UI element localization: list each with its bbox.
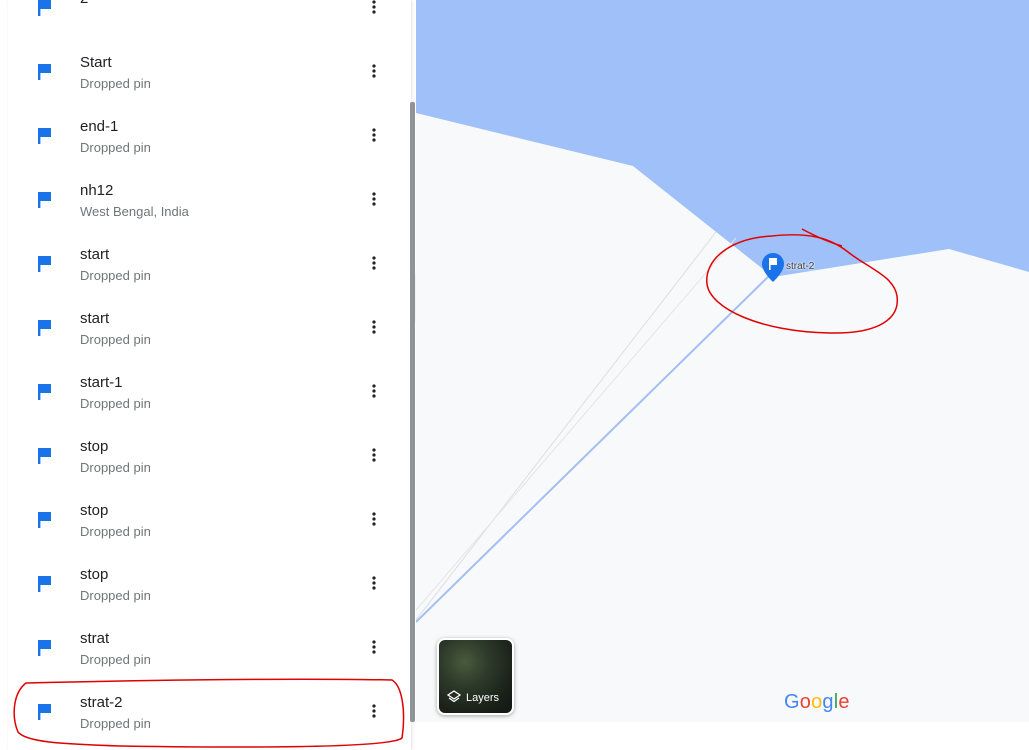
list-item[interactable]: Start Dropped pin [8, 43, 411, 107]
list-item[interactable]: 2 [8, 0, 411, 43]
flag-icon [38, 320, 51, 336]
more-options-button[interactable] [362, 0, 386, 19]
map-canvas[interactable] [416, 0, 1029, 722]
place-title: stop [80, 566, 109, 583]
map-pin-flag-icon[interactable] [762, 253, 784, 282]
place-subtitle: Dropped pin [80, 140, 151, 155]
more-vert-icon [372, 704, 376, 718]
place-subtitle: Dropped pin [80, 652, 151, 667]
place-title: start [80, 246, 110, 263]
list-item[interactable]: end-1 Dropped pin [8, 107, 411, 171]
flag-icon [38, 0, 51, 16]
flag-icon [38, 640, 51, 656]
place-subtitle: Dropped pin [80, 76, 151, 91]
flag-icon [38, 64, 51, 80]
more-options-button[interactable] [362, 123, 386, 147]
saved-places-panel: 2 Start Dropped pin end-1 Dropped pin nh12 Wes… [8, 0, 411, 750]
google-logo: Google [784, 691, 850, 714]
more-vert-icon [372, 64, 376, 78]
list-item[interactable]: start Dropped pin [8, 235, 411, 299]
layers-button[interactable]: Layers [437, 638, 514, 715]
place-title: stop [80, 502, 109, 519]
place-subtitle: Dropped pin [80, 396, 151, 411]
more-options-button[interactable] [362, 315, 386, 339]
more-options-button[interactable] [362, 635, 386, 659]
place-subtitle: Dropped pin [80, 716, 151, 731]
place-subtitle: Dropped pin [80, 524, 151, 539]
map-tiles [416, 0, 1029, 722]
flag-icon [38, 192, 51, 208]
flag-icon [38, 704, 51, 720]
more-vert-icon [372, 192, 376, 206]
logo-letter: o [811, 691, 823, 713]
list-item[interactable]: start Dropped pin [8, 299, 411, 363]
list-item[interactable]: strat-2 Dropped pin [8, 683, 411, 747]
flag-icon [38, 128, 51, 144]
logo-letter: G [784, 691, 800, 713]
more-options-button[interactable] [362, 699, 386, 723]
place-subtitle: Dropped pin [80, 332, 151, 347]
place-title: start [80, 310, 110, 327]
more-vert-icon [372, 0, 376, 14]
place-title: strat [80, 630, 110, 647]
place-title: end-1 [80, 118, 119, 135]
more-options-button[interactable] [362, 571, 386, 595]
list-item[interactable]: stop Dropped pin [8, 427, 411, 491]
more-vert-icon [372, 256, 376, 270]
more-vert-icon [372, 448, 376, 462]
place-subtitle: Dropped pin [80, 268, 151, 283]
more-vert-icon [372, 320, 376, 334]
place-subtitle: Dropped pin [80, 460, 151, 475]
more-options-button[interactable] [362, 443, 386, 467]
more-vert-icon [372, 576, 376, 590]
place-title: strat-2 [80, 694, 123, 711]
place-title: start-1 [80, 374, 123, 391]
more-options-button[interactable] [362, 379, 386, 403]
layers-label: Layers [466, 692, 500, 704]
more-options-button[interactable] [362, 187, 386, 211]
flag-icon [38, 448, 51, 464]
more-vert-icon [372, 640, 376, 654]
more-options-button[interactable] [362, 507, 386, 531]
list-item[interactable]: nh12 West Bengal, India [8, 171, 411, 235]
scrollbar[interactable] [410, 102, 415, 722]
flag-icon [38, 256, 51, 272]
flag-icon [38, 512, 51, 528]
marker-label: strat-2 [786, 261, 815, 272]
place-title: Start [80, 54, 112, 71]
place-title: stop [80, 438, 109, 455]
place-subtitle: West Bengal, India [80, 204, 189, 219]
more-vert-icon [372, 512, 376, 526]
more-vert-icon [372, 128, 376, 142]
flag-icon [38, 384, 51, 400]
place-title: nh12 [80, 182, 114, 199]
list-item[interactable]: stop Dropped pin [8, 491, 411, 555]
more-options-button[interactable] [362, 59, 386, 83]
list-item[interactable]: start-1 Dropped pin [8, 363, 411, 427]
more-vert-icon [372, 384, 376, 398]
logo-letter: g [822, 691, 834, 713]
more-options-button[interactable] [362, 251, 386, 275]
flag-icon [38, 576, 51, 592]
place-subtitle: Dropped pin [80, 588, 151, 603]
logo-letter: o [799, 691, 812, 713]
list-item[interactable]: strat Dropped pin [8, 619, 411, 683]
logo-letter: e [838, 691, 850, 713]
layers-icon [447, 690, 461, 703]
list-item[interactable]: stop Dropped pin [8, 555, 411, 619]
place-title: 2 [80, 0, 88, 7]
